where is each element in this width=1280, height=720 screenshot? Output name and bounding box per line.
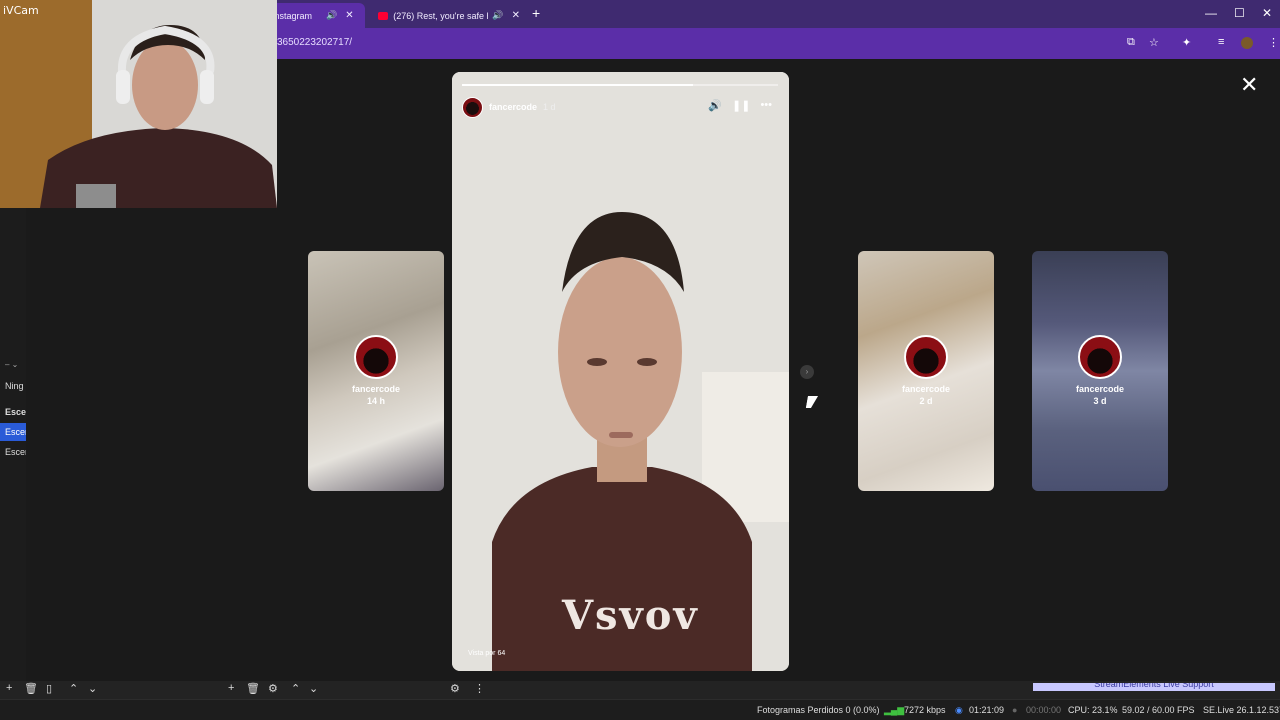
story-username: fancercode — [351, 384, 401, 394]
tab-youtube[interactable]: (276) Rest, you're safe here 🔊 ✕ — [370, 3, 528, 28]
shirt-print: Vsvov — [562, 592, 699, 639]
add-icon[interactable]: + — [6, 682, 12, 694]
url-text[interactable]: 3650223202717/ — [277, 37, 352, 48]
story-video-frame — [452, 72, 789, 671]
mixer-settings-icon[interactable]: ⚙ — [450, 682, 460, 695]
avatar — [354, 335, 398, 379]
add-source-icon[interactable]: + — [228, 682, 234, 694]
story-card[interactable]: fancercode 14 h — [308, 251, 444, 491]
scene-item[interactable]: Escer — [0, 443, 26, 461]
filter-icon[interactable]: ▯ — [46, 682, 52, 695]
move-down-icon[interactable]: ⌄ — [88, 682, 97, 695]
source-down-icon[interactable]: ⌄ — [309, 682, 318, 695]
source-up-icon[interactable]: ⌃ — [291, 682, 300, 695]
dropped-frames: Fotogramas Perdidos 0 (0.0%) — [757, 705, 880, 715]
speaker-icon[interactable]: 🔊 — [326, 10, 337, 21]
story-progress-bar — [462, 84, 778, 86]
minimize-button[interactable]: — — [1205, 6, 1217, 20]
story-header: fancercode 1 d 🔊 ❚❚ ••• — [462, 96, 778, 118]
next-story-arrow-icon[interactable]: › — [800, 365, 814, 379]
scene-item[interactable]: Ning — [0, 377, 26, 395]
mixer-menu-icon[interactable]: ⋮ — [474, 682, 485, 695]
story-username[interactable]: fancercode — [489, 102, 537, 112]
webcam-frame — [0, 0, 277, 208]
install-app-icon[interactable]: ⧉ — [1127, 36, 1135, 49]
new-tab-button[interactable]: + — [532, 5, 540, 21]
close-tab-icon[interactable]: ✕ — [512, 10, 520, 21]
story-card[interactable]: fancercode 2 d — [858, 251, 994, 491]
story-card[interactable]: fancercode 3 d — [1032, 251, 1168, 491]
bitrate: 7272 kbps — [904, 705, 946, 715]
story-progress-fill — [462, 84, 693, 86]
source-settings-icon[interactable]: ⚙ — [268, 682, 278, 695]
story-time: 1 d — [543, 102, 556, 112]
avatar — [904, 335, 948, 379]
tab-instagram[interactable]: Instagram 🔊 ✕ — [270, 3, 365, 28]
pause-icon[interactable]: ❚❚ — [732, 99, 750, 112]
delete-source-icon[interactable]: 🗑 — [246, 682, 260, 695]
stream-time: 01:21:09 — [969, 705, 1005, 715]
profile-avatar[interactable] — [1241, 37, 1253, 49]
close-tab-icon[interactable]: ✕ — [345, 10, 353, 21]
move-up-icon[interactable]: ⌃ — [69, 682, 78, 695]
bookmark-star-icon[interactable]: ☆ — [1149, 36, 1159, 49]
scenes-header: Escer — [5, 407, 26, 417]
avatar — [1078, 335, 1122, 379]
more-options-icon[interactable]: ••• — [760, 99, 772, 112]
version-label: SE.Live 26.1.12.537 — [1203, 705, 1280, 715]
signal-bars-icon: ▂▄▆ — [884, 705, 905, 715]
volume-icon[interactable]: 🔊 — [708, 99, 722, 112]
tab-label: Instagram — [272, 10, 313, 21]
fps-readout: 59.02 / 60.00 FPS — [1122, 705, 1195, 715]
extensions-icon[interactable]: ✦ — [1182, 36, 1191, 49]
close-stories-icon[interactable]: ✕ — [1240, 72, 1258, 98]
story-username: fancercode — [901, 384, 951, 394]
delete-icon[interactable]: 🗑 — [24, 682, 38, 695]
view-count[interactable]: Vista por 64 — [468, 650, 505, 657]
cpu-usage: CPU: 23.1% — [1068, 705, 1118, 715]
close-window-button[interactable]: ✕ — [1262, 6, 1272, 20]
stream-status-icon: ◉ — [955, 705, 963, 715]
story-time: 14 h — [366, 396, 385, 406]
story-username: fancercode — [1075, 384, 1125, 394]
media-control-icon[interactable]: ≡ — [1218, 36, 1224, 48]
mouse-cursor-icon — [805, 396, 819, 408]
story-controls: 🔊 ❚❚ ••• — [708, 99, 772, 112]
story-time: 3 d — [1093, 396, 1107, 406]
main-story[interactable]: fancercode 1 d 🔊 ❚❚ ••• Vsvov Vista por … — [452, 72, 789, 671]
support-button[interactable]: StreamElements Live Support — [1033, 683, 1275, 691]
webcam-label: iVCam — [3, 4, 39, 17]
screen: { "browser": { "tabs": [ {"label": "Inst… — [0, 0, 1280, 720]
avatar[interactable] — [462, 96, 483, 118]
maximize-button[interactable]: ☐ — [1234, 6, 1245, 20]
scene-item-selected[interactable]: Escer — [0, 423, 26, 441]
menu-dots-icon[interactable]: ⋮ — [1268, 36, 1279, 49]
panel-dock-controls[interactable]: – ⌄ — [0, 356, 26, 374]
record-status-icon: ● — [1012, 705, 1018, 715]
record-time: 00:00:00 — [1026, 705, 1062, 715]
webcam-overlay: iVCam — [0, 0, 277, 208]
story-time: 2 d — [919, 396, 933, 406]
tab-label: (276) Rest, you're safe here — [393, 10, 488, 21]
speaker-icon[interactable]: 🔊 — [492, 10, 503, 21]
youtube-icon — [378, 11, 389, 20]
